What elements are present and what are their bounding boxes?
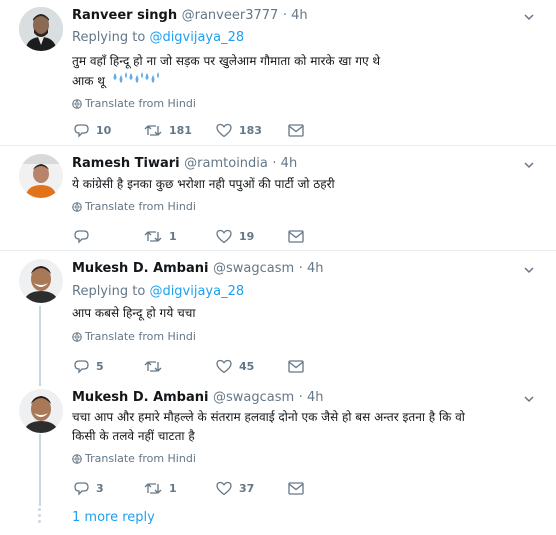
tweet-3[interactable]: Mukesh D. Ambani @swagcasm · 4h Replying… xyxy=(0,251,556,381)
retweet-count: 181 xyxy=(169,123,192,137)
replying-to: Replying to @digvijaya_28 xyxy=(72,30,245,45)
retweet-button[interactable]: 1 xyxy=(144,227,177,245)
dm-button[interactable] xyxy=(288,227,304,245)
like-count: 19 xyxy=(239,229,255,243)
retweet-button[interactable]: 1 xyxy=(144,479,177,497)
more-replies-link[interactable]: 1 more reply xyxy=(72,510,155,525)
caret-down-icon[interactable] xyxy=(522,158,536,172)
reply-button[interactable]: 3 xyxy=(74,479,104,497)
retweet-icon xyxy=(144,482,162,494)
retweet-button[interactable] xyxy=(144,357,169,375)
message-icon xyxy=(288,229,304,243)
like-count: 183 xyxy=(239,123,262,137)
author-handle[interactable]: @swagcasm xyxy=(213,390,294,405)
retweet-icon xyxy=(144,230,162,242)
timestamp[interactable]: · 4h xyxy=(283,8,308,23)
tweet-2[interactable]: Ramesh Tiwari @ramtoindia · 4h ये कांग्र… xyxy=(0,146,556,250)
thread-dots xyxy=(38,508,41,526)
tweet-text: चचा आप और हमारे मौहल्ले के संतराम हलवाई … xyxy=(72,410,465,443)
tweet-text: तुम वहाँ हिन्दू हो ना जो सड़क पर खुलेआम … xyxy=(72,54,381,88)
like-icon xyxy=(216,123,232,137)
avatar[interactable] xyxy=(19,154,63,198)
author-handle[interactable]: @swagcasm xyxy=(213,261,294,276)
like-icon xyxy=(216,229,232,243)
like-icon xyxy=(216,359,232,373)
tweet-text: आप कबसे हिन्दू हो गये चचा xyxy=(72,306,196,320)
like-button[interactable]: 45 xyxy=(216,357,254,375)
dm-button[interactable] xyxy=(288,121,304,139)
message-icon xyxy=(288,481,304,495)
retweet-count: 1 xyxy=(169,229,177,243)
reply-button[interactable] xyxy=(74,227,96,245)
reply-icon xyxy=(74,229,89,244)
retweet-button[interactable]: 181 xyxy=(144,121,192,139)
timestamp[interactable]: · 4h xyxy=(272,156,297,171)
reply-count: 5 xyxy=(96,359,104,373)
author-handle[interactable]: @ramtoindia xyxy=(184,156,268,171)
replying-to-link[interactable]: @digvijaya_28 xyxy=(149,30,244,45)
like-button[interactable]: 183 xyxy=(216,121,262,139)
reply-icon xyxy=(74,359,89,374)
dm-button[interactable] xyxy=(288,479,304,497)
reply-icon xyxy=(74,481,89,496)
translate-link[interactable]: Translate from Hindi xyxy=(72,200,196,213)
dm-button[interactable] xyxy=(288,357,304,375)
author-name[interactable]: Ranveer singh xyxy=(72,8,177,23)
translate-link[interactable]: Translate from Hindi xyxy=(72,330,196,343)
reply-button[interactable]: 5 xyxy=(74,357,104,375)
reply-button[interactable]: 10 xyxy=(74,121,111,139)
timestamp[interactable]: · 4h xyxy=(299,390,324,405)
globe-icon xyxy=(72,454,82,464)
like-button[interactable]: 37 xyxy=(216,479,254,497)
globe-icon xyxy=(72,99,82,109)
like-count: 45 xyxy=(239,359,255,373)
retweet-icon xyxy=(144,124,162,136)
message-icon xyxy=(288,359,304,373)
tweet-4[interactable]: Mukesh D. Ambani @swagcasm · 4h चचा आप औ… xyxy=(0,381,556,506)
avatar[interactable] xyxy=(19,389,63,433)
reply-count: 10 xyxy=(96,123,112,137)
sweat-droplets-icon xyxy=(112,72,162,88)
caret-down-icon[interactable] xyxy=(522,263,536,277)
tweet-text: ये कांग्रेसी है इनका कुछ भरोशा नही पपुओं… xyxy=(72,177,335,191)
avatar[interactable] xyxy=(19,7,63,51)
reply-icon xyxy=(74,123,89,138)
reply-count: 3 xyxy=(96,481,104,495)
translate-link[interactable]: Translate from Hindi xyxy=(72,97,196,110)
like-button[interactable]: 19 xyxy=(216,227,254,245)
author-handle[interactable]: @ranveer3777 xyxy=(182,8,279,23)
globe-icon xyxy=(72,202,82,212)
avatar[interactable] xyxy=(19,259,63,303)
message-icon xyxy=(288,123,304,137)
author-name[interactable]: Mukesh D. Ambani xyxy=(72,261,208,276)
tweet-1[interactable]: Ranveer singh @ranveer3777 · 4h Replying… xyxy=(0,0,556,145)
caret-down-icon[interactable] xyxy=(522,392,536,406)
author-name[interactable]: Ramesh Tiwari xyxy=(72,156,180,171)
globe-icon xyxy=(72,332,82,342)
retweet-count: 1 xyxy=(169,481,177,495)
author-name[interactable]: Mukesh D. Ambani xyxy=(72,390,208,405)
like-icon xyxy=(216,481,232,495)
caret-down-icon[interactable] xyxy=(522,10,536,24)
timestamp[interactable]: · 4h xyxy=(299,261,324,276)
replying-to: Replying to @digvijaya_28 xyxy=(72,284,245,299)
translate-link[interactable]: Translate from Hindi xyxy=(72,452,196,465)
retweet-icon xyxy=(144,360,162,372)
like-count: 37 xyxy=(239,481,255,495)
replying-to-link[interactable]: @digvijaya_28 xyxy=(149,284,244,299)
